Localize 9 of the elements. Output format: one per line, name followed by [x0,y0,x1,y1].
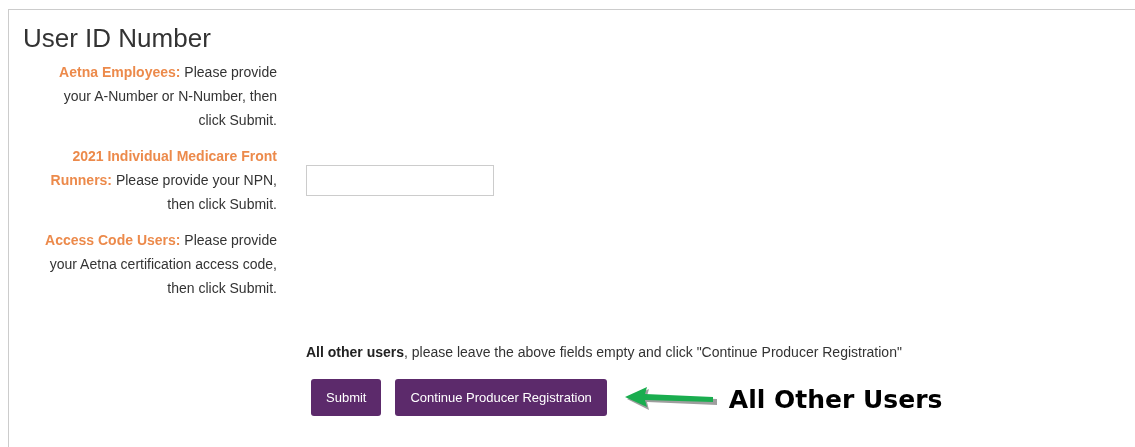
continue-registration-button[interactable]: Continue Producer Registration [395,379,607,417]
submit-button[interactable]: Submit [311,379,382,417]
instruction-text: Aetna Employees: Please provide your A-Number or N-Number, then click Submit. [58,63,277,130]
instruction-text: All other users, please leave the above fields empty and click "Continue Producer Registration" [306,343,903,362]
section-title: User ID Number [23,22,212,54]
instruction-text: 2021 Individual Medicare Front Runners: Please provide your NPN, then click Submit. [49,147,277,214]
annotation-label: All Other Users [728,384,943,416]
user-id-field[interactable] [306,164,494,196]
instruction-text: Access Code Users: Please provide your Aetna certification access code, then click Submit. [44,231,277,298]
